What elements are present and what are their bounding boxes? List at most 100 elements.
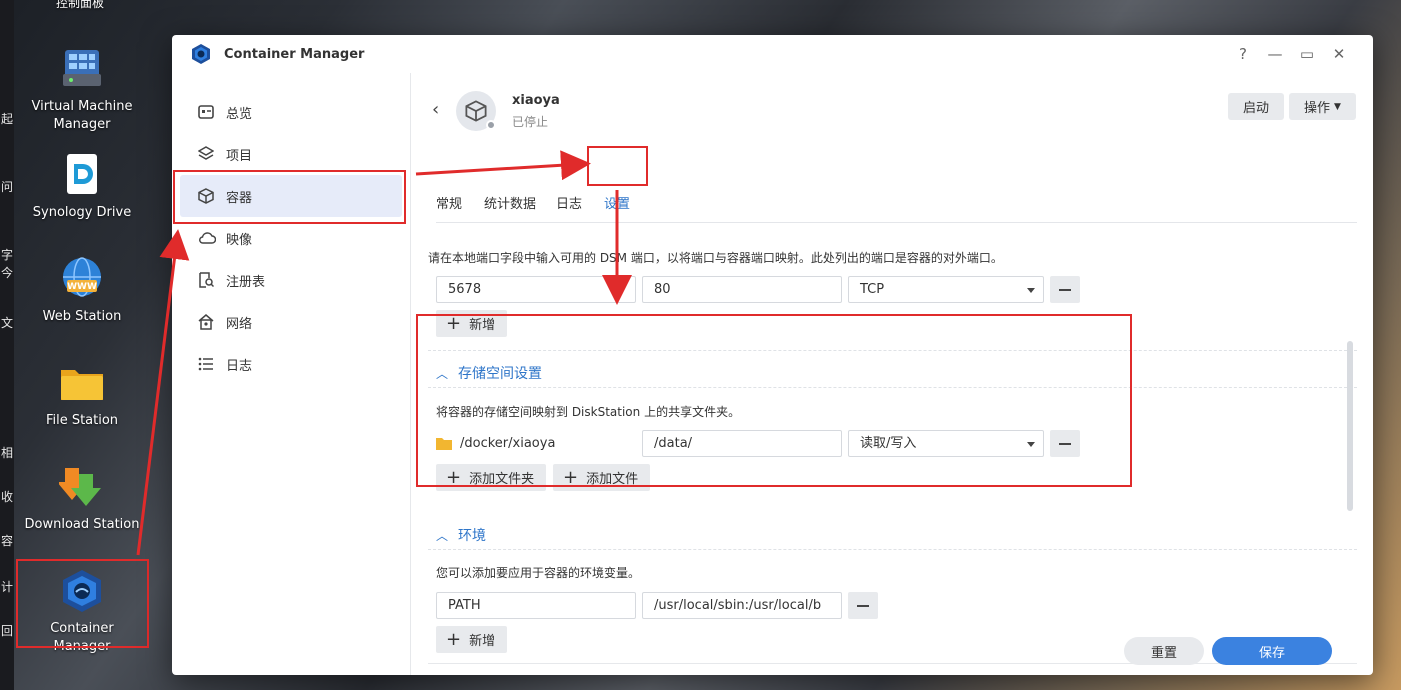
- sidebar-item-registry[interactable]: 注册表: [172, 259, 410, 301]
- section-divider: [428, 350, 1357, 351]
- help-button[interactable]: ?: [1227, 45, 1259, 63]
- container-manager-window: Container Manager ? — ▭ ✕ 总览 项目 容器 映像 注册…: [172, 35, 1373, 675]
- start-button[interactable]: 启动: [1228, 93, 1284, 120]
- sidebar-item-label: 注册表: [226, 274, 266, 290]
- desktop-icon-web-station[interactable]: WWW Web Station: [22, 256, 142, 326]
- window-title: Container Manager: [224, 46, 365, 62]
- chevron-up-icon: ︿: [436, 366, 449, 381]
- storage-section-header[interactable]: ︿ 存储空间设置: [436, 363, 542, 383]
- desktop-icon-label: Web Station: [42, 309, 122, 324]
- container-port-input[interactable]: 80: [642, 276, 842, 303]
- back-chevron-icon[interactable]: ‹: [432, 99, 439, 120]
- mount-path-input[interactable]: /data/: [642, 430, 842, 457]
- desktop-icon-virtual-machine-manager[interactable]: Virtual Machine Manager: [22, 46, 142, 134]
- sidebar-item-label: 映像: [226, 232, 253, 248]
- container-detail-panel: ‹ xiaoya 已停止 启动 操作 ▼ 常规 统计数据 日志 设置 请在本地端…: [412, 73, 1373, 675]
- sidebar-item-overview[interactable]: 总览: [172, 91, 410, 133]
- minimize-button[interactable]: —: [1259, 45, 1291, 63]
- container-cube-icon: [198, 188, 216, 204]
- folder-icon: [59, 360, 105, 406]
- protocol-select[interactable]: TCP: [848, 276, 1044, 303]
- desktop-icon-file-station[interactable]: File Station: [22, 360, 142, 430]
- section-divider: [428, 387, 1357, 388]
- sidebar-item-network[interactable]: 网络: [172, 301, 410, 343]
- download-arrow-icon: [59, 464, 105, 510]
- minus-icon: [1059, 442, 1071, 445]
- add-file-button[interactable]: + 添加文件: [553, 464, 651, 491]
- tab-statistics[interactable]: 统计数据: [484, 193, 536, 212]
- add-folder-button[interactable]: + 添加文件夹: [436, 464, 547, 491]
- storage-description: 将容器的存储空间映射到 DiskStation 上的共享文件夹。: [436, 405, 741, 419]
- overview-icon: [198, 105, 216, 119]
- desktop-icon-download-station[interactable]: Download Station: [22, 464, 142, 534]
- registry-search-icon: [198, 272, 216, 288]
- sidebar-item-image[interactable]: 映像: [172, 217, 410, 259]
- sidebar: 总览 项目 容器 映像 注册表 网络 日志: [172, 73, 411, 675]
- container-header: ‹ xiaoya 已停止 启动 操作 ▼: [412, 73, 1373, 143]
- folder-path-text: /docker/xiaoya: [460, 436, 556, 451]
- strip-char: 文: [1, 316, 14, 330]
- desktop-icon-label: File Station: [45, 413, 119, 428]
- project-layers-icon: [198, 146, 216, 162]
- env-value-input[interactable]: /usr/local/sbin:/usr/local/b: [642, 592, 842, 619]
- add-env-button[interactable]: + 新增: [436, 626, 508, 653]
- caret-down-icon: ▼: [1334, 101, 1341, 112]
- minus-icon: [1059, 288, 1071, 291]
- remove-env-button[interactable]: [848, 592, 878, 619]
- sidebar-item-label: 总览: [226, 106, 253, 122]
- control-panel-label[interactable]: 控制面板: [56, 0, 104, 11]
- shared-folder-path[interactable]: /docker/xiaoya: [436, 430, 636, 457]
- desktop-icon-container-manager[interactable]: Container Manager: [22, 568, 142, 656]
- tab-general[interactable]: 常规: [436, 193, 462, 212]
- plus-icon: +: [446, 312, 462, 334]
- add-env-label: 新增: [469, 634, 496, 649]
- container-name: xiaoya: [512, 93, 560, 108]
- permission-select[interactable]: 读取/写入: [848, 430, 1044, 457]
- plus-icon: +: [563, 466, 579, 488]
- server-rack-icon: [59, 46, 105, 92]
- strip-char: 收: [1, 490, 14, 504]
- env-key-input[interactable]: PATH: [436, 592, 636, 619]
- desktop-icon-label: Download Station: [24, 517, 140, 532]
- reset-button[interactable]: 重置: [1124, 637, 1204, 665]
- tab-settings[interactable]: 设置: [604, 193, 630, 212]
- action-dropdown-button[interactable]: 操作 ▼: [1289, 93, 1356, 120]
- container-avatar: [456, 91, 496, 131]
- remove-volume-button[interactable]: [1050, 430, 1080, 457]
- plus-icon: +: [446, 466, 462, 488]
- sidebar-item-project[interactable]: 项目: [172, 133, 410, 175]
- status-dot: [486, 120, 496, 130]
- container-status: 已停止: [512, 115, 549, 129]
- port-settings-description: 请在本地端口字段中输入可用的 DSM 端口，以将端口与容器端口映射。此处列出的端…: [428, 251, 1003, 265]
- maximize-button[interactable]: ▭: [1291, 45, 1323, 63]
- desktop-icon-synology-drive[interactable]: Synology Drive: [22, 152, 142, 222]
- container-manager-app-icon: [192, 44, 210, 64]
- sidebar-item-container[interactable]: 容器: [180, 175, 402, 217]
- vertical-scrollbar[interactable]: [1347, 341, 1353, 511]
- remove-port-button[interactable]: [1050, 276, 1080, 303]
- strip-char: 起: [1, 112, 14, 126]
- strip-char: 字: [1, 248, 14, 262]
- www-globe-icon: WWW: [59, 256, 105, 302]
- footer-divider: [428, 663, 1357, 664]
- local-port-input[interactable]: 5678: [436, 276, 636, 303]
- tab-log[interactable]: 日志: [556, 193, 582, 212]
- environment-section-title: 环境: [458, 528, 487, 544]
- add-port-label: 新增: [469, 318, 496, 333]
- sidebar-item-log[interactable]: 日志: [172, 343, 410, 385]
- strip-char: 容: [1, 534, 14, 548]
- desktop-icon-label: Container Manager: [50, 621, 114, 654]
- strip-char: 计: [1, 580, 14, 594]
- window-titlebar[interactable]: Container Manager ? — ▭ ✕: [172, 35, 1373, 73]
- add-port-button[interactable]: + 新增: [436, 310, 508, 337]
- strip-char: 回: [1, 624, 14, 638]
- environment-section-header[interactable]: ︿ 环境: [436, 525, 486, 545]
- strip-char: 今: [1, 266, 14, 280]
- strip-char: 问: [1, 180, 14, 194]
- folder-icon: [436, 438, 452, 450]
- save-button[interactable]: 保存: [1212, 637, 1332, 665]
- svg-text:WWW: WWW: [67, 282, 97, 292]
- close-button[interactable]: ✕: [1323, 45, 1355, 63]
- environment-description: 您可以添加要应用于容器的环境变量。: [436, 566, 641, 580]
- desktop-icon-label: Synology Drive: [32, 205, 132, 220]
